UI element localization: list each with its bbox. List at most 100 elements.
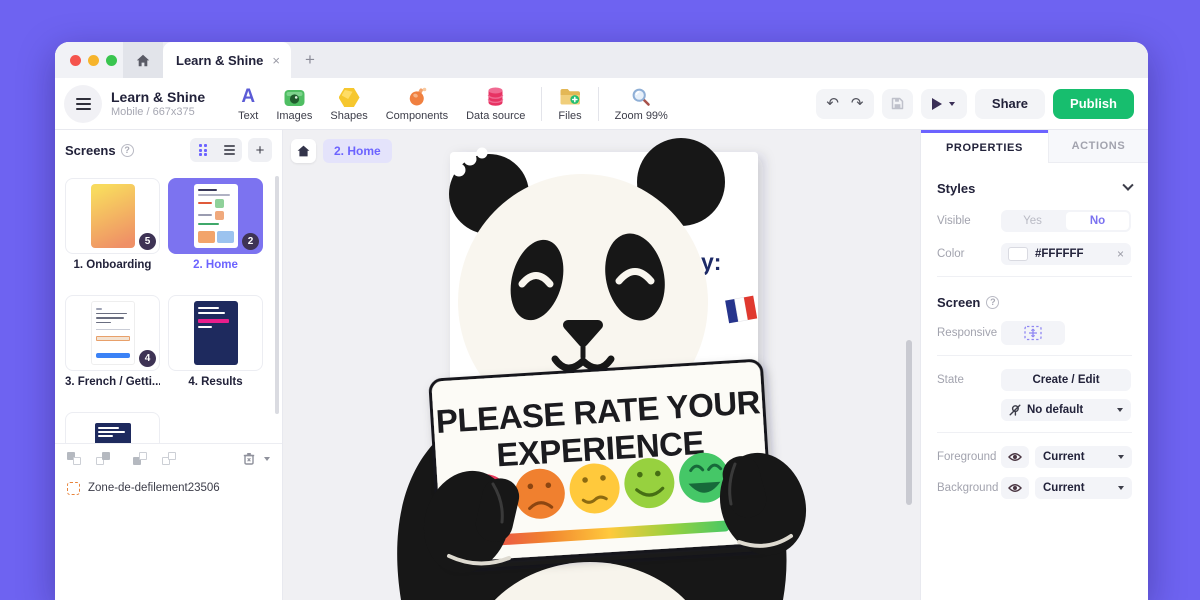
chevron-down-icon[interactable] xyxy=(1122,180,1133,191)
tab-actions[interactable]: ACTIONS xyxy=(1048,130,1148,163)
canvas-scrollbar[interactable] xyxy=(906,340,912,505)
chevron-down-icon[interactable] xyxy=(264,457,270,461)
anchor-crosshair-icon xyxy=(1022,325,1044,341)
magnifier-icon xyxy=(631,85,651,107)
background-dropdown[interactable]: Current xyxy=(1035,477,1132,499)
send-to-back-icon[interactable] xyxy=(133,452,147,465)
window-controls xyxy=(55,42,123,78)
save-button[interactable] xyxy=(882,89,913,119)
list-icon xyxy=(224,145,235,155)
screens-sidebar: Screens ? + xyxy=(55,130,283,600)
screen-preview: 5 xyxy=(65,178,160,254)
undo-button[interactable]: ↶ xyxy=(826,96,839,111)
visible-no-option[interactable]: No xyxy=(1066,212,1129,230)
bring-forward-icon[interactable] xyxy=(162,452,176,465)
create-edit-state-button[interactable]: Create / Edit xyxy=(1001,369,1131,391)
chevron-down-icon xyxy=(1118,486,1124,490)
visible-yes-option[interactable]: Yes xyxy=(1001,210,1064,232)
tool-zoom[interactable]: Zoom 99% xyxy=(606,85,677,122)
tool-text[interactable]: A Text xyxy=(229,85,267,122)
add-screen-button[interactable]: + xyxy=(248,138,272,162)
screen-card-partial[interactable] xyxy=(65,412,160,443)
background-visibility-button[interactable] xyxy=(1001,477,1029,499)
trash-icon[interactable] xyxy=(243,452,255,465)
design-canvas[interactable]: 2. Home xyxy=(283,130,920,600)
interaction-count-badge: 4 xyxy=(139,350,156,367)
divider xyxy=(937,432,1132,433)
send-backward-icon[interactable] xyxy=(67,452,81,465)
responsive-row: Responsive xyxy=(937,322,1132,344)
close-window-button[interactable] xyxy=(70,55,81,66)
tab-title: Learn & Shine xyxy=(176,53,263,68)
main-area: Screens ? + xyxy=(55,130,1148,600)
main-toolbar: Learn & Shine Mobile / 667x375 A Text xyxy=(55,78,1148,130)
maximize-window-button[interactable] xyxy=(106,55,117,66)
screens-title: Screens xyxy=(65,143,116,158)
home-icon xyxy=(136,54,150,67)
styles-section-header[interactable]: Styles xyxy=(937,176,1132,200)
tab-properties[interactable]: PROPERTIES xyxy=(921,130,1048,163)
hamburger-menu-button[interactable] xyxy=(64,85,102,123)
floppy-icon xyxy=(891,97,904,110)
project-info: Learn & Shine Mobile / 667x375 xyxy=(111,89,205,118)
screen-preview: 2 xyxy=(168,178,263,254)
tool-images[interactable]: Images xyxy=(267,85,321,122)
screen-card-onboarding[interactable]: 5 1. Onboarding xyxy=(65,178,160,276)
list-view-button[interactable] xyxy=(216,138,242,162)
visible-toggle[interactable]: Yes No xyxy=(1001,210,1131,232)
chevron-down-icon xyxy=(1118,455,1124,459)
properties-panel: PROPERTIES ACTIONS Styles Visible Yes No xyxy=(920,130,1148,600)
folder-icon xyxy=(559,85,581,107)
screen-card-home[interactable]: 2 2. Home xyxy=(168,178,263,276)
history-group: ↶ ↷ xyxy=(816,89,874,119)
sidebar-scrollbar[interactable] xyxy=(275,176,279,414)
tool-components[interactable]: Components xyxy=(377,85,457,122)
foreground-dropdown[interactable]: Current xyxy=(1035,446,1132,468)
breadcrumb-screen-chip[interactable]: 2. Home xyxy=(323,139,392,163)
redo-button[interactable]: ↷ xyxy=(851,96,864,111)
screen-card-results[interactable]: 4. Results xyxy=(168,295,263,393)
layer-item-scroll-zone[interactable]: Zone-de-defilement23506 xyxy=(55,473,282,503)
arrange-toolbar xyxy=(55,443,282,473)
help-icon[interactable]: ? xyxy=(121,144,134,157)
bring-to-front-icon[interactable] xyxy=(96,452,110,465)
toolbar-actions: ↶ ↷ Share Publish xyxy=(816,89,1134,119)
screen-preview xyxy=(168,295,263,371)
screens-header: Screens ? + xyxy=(55,130,282,170)
tool-files[interactable]: Files xyxy=(549,85,590,122)
screen-preview: 4 xyxy=(65,295,160,371)
color-swatch[interactable] xyxy=(1008,247,1028,261)
screen-section-header: Screen ? xyxy=(937,290,1132,314)
tool-shapes[interactable]: Shapes xyxy=(321,85,376,122)
view-toggle xyxy=(190,138,242,162)
breadcrumb-home-button[interactable] xyxy=(291,139,316,163)
minimize-window-button[interactable] xyxy=(88,55,99,66)
panel-tabs: PROPERTIES ACTIONS xyxy=(921,130,1148,163)
properties-content: Styles Visible Yes No Color xyxy=(921,163,1148,510)
insert-tools: A Text Images S xyxy=(229,85,677,122)
help-icon[interactable]: ? xyxy=(986,296,999,309)
clear-color-icon[interactable]: × xyxy=(1117,247,1124,261)
interaction-count-badge: 5 xyxy=(139,233,156,250)
responsive-anchor-button[interactable] xyxy=(1001,321,1065,345)
home-tab-button[interactable] xyxy=(123,42,163,78)
project-meta: Mobile / 667x375 xyxy=(111,106,205,118)
grid-view-button[interactable] xyxy=(190,138,216,162)
preview-play-button[interactable] xyxy=(921,89,967,119)
app-stage: Learn & Shine × + Learn & Shine Mobile /… xyxy=(0,0,1200,600)
close-tab-icon[interactable]: × xyxy=(272,53,280,68)
foreground-row: Foreground Current xyxy=(937,446,1132,468)
new-tab-button[interactable]: + xyxy=(291,42,329,78)
tab-learn-and-shine[interactable]: Learn & Shine × xyxy=(163,42,291,78)
color-value[interactable]: #FFFFFF xyxy=(1035,248,1084,260)
share-button[interactable]: Share xyxy=(975,89,1045,119)
scroll-area-icon xyxy=(67,482,80,495)
default-state-dropdown[interactable]: No default xyxy=(1001,399,1131,421)
chevron-down-icon[interactable] xyxy=(949,102,955,106)
foreground-visibility-button[interactable] xyxy=(1001,446,1029,468)
default-state-row: No default xyxy=(937,399,1132,421)
publish-button[interactable]: Publish xyxy=(1053,89,1134,119)
tool-data-source[interactable]: Data source xyxy=(457,85,534,122)
screen-card-french[interactable]: 4 3. French / Getti... xyxy=(65,295,160,393)
color-field[interactable]: #FFFFFF × xyxy=(1001,243,1131,265)
